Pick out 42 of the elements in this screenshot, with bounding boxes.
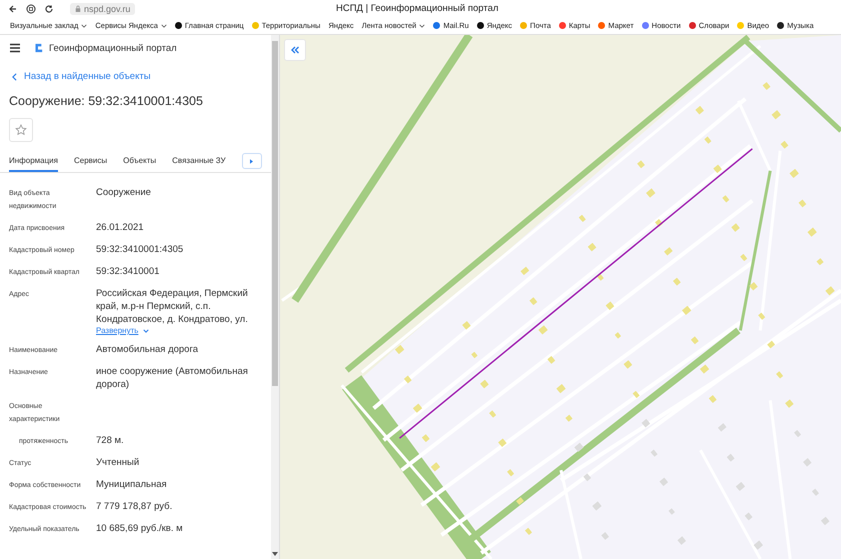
field-value: Учтенный [96, 456, 140, 469]
tab[interactable]: Связанные ЗУ [172, 150, 226, 172]
field-value: Сооружение [96, 186, 152, 199]
page-title: НСПД | Геоинформационный портал [336, 3, 498, 14]
address-field[interactable]: nspd.gov.ru [70, 2, 136, 14]
field-value: 10 685,69 руб./кв. м [96, 522, 184, 535]
caret-icon [81, 24, 88, 28]
url-text: nspd.gov.ru [84, 4, 130, 14]
field-value: иное сооружение (Автомобильная дорога) [96, 365, 249, 391]
field-value: 59:32:3410001 [96, 265, 160, 278]
field-value: Автомобильная дорога [96, 343, 200, 356]
field-value: Муниципальная [96, 478, 168, 491]
field-value: 26.01.2021 [96, 221, 145, 234]
object-title: Сооружение: 59:32:3410001:4305 [9, 94, 204, 108]
scroll-down-icon[interactable] [272, 552, 278, 556]
caret-icon [419, 24, 426, 28]
field-value: 59:32:3410001:4305 [96, 243, 184, 256]
logo-icon [33, 43, 43, 53]
portal-title: Геоинформационный портал [49, 42, 177, 54]
favorite-button[interactable] [9, 118, 33, 142]
field-value: 728 м. [96, 434, 125, 447]
lock-icon [75, 4, 81, 12]
collapse-panel-button[interactable] [284, 39, 306, 61]
triangle-right-icon [250, 158, 254, 164]
back-link[interactable]: Назад в найденные объекты [24, 71, 151, 82]
caret-icon [160, 24, 167, 28]
expand-link[interactable]: Развернуть [96, 326, 138, 335]
tab[interactable]: Сервисы [74, 150, 108, 172]
tab[interactable]: Информация [9, 150, 58, 172]
star-icon [15, 124, 27, 136]
tab[interactable]: Объекты [123, 150, 156, 172]
shield-icon[interactable] [26, 4, 36, 14]
chevron-down-icon[interactable] [143, 328, 150, 332]
menu-icon[interactable] [9, 43, 21, 53]
reload-icon[interactable] [44, 4, 54, 14]
scrollbar-thumb[interactable] [272, 41, 278, 386]
double-chevron-left-icon [290, 45, 300, 55]
field-value: Российская Федерация, Пермский край, м.р-н Пермский, с.п. Кондратовское, д. Кондратово, ул. [96, 287, 249, 326]
field-value: 7 779 178,87 руб. [96, 500, 174, 513]
chevron-left-icon [12, 72, 17, 80]
scrollbar[interactable] [271, 35, 279, 559]
back-arrow-icon[interactable] [8, 4, 18, 14]
